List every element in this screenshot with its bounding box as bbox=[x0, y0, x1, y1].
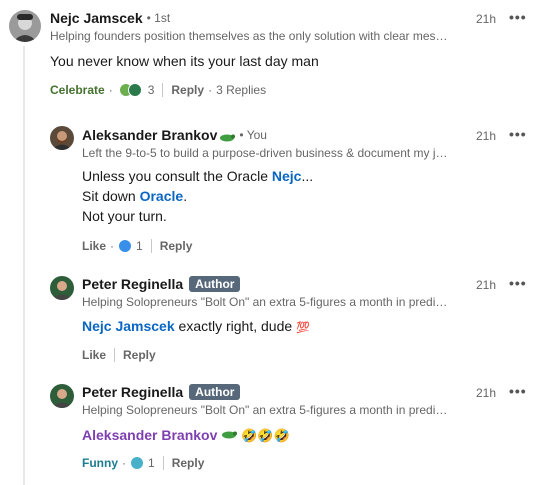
funny-reaction-icon[interactable] bbox=[130, 456, 144, 470]
timestamp: 21h bbox=[476, 278, 497, 292]
comment-actions: Like · 1 Reply bbox=[82, 239, 192, 253]
text-segment: . bbox=[183, 188, 188, 204]
author-name[interactable]: Peter Reginella bbox=[82, 384, 183, 400]
comment-text: You never know when its your last day ma… bbox=[50, 53, 319, 69]
reaction-count[interactable]: 1 bbox=[136, 239, 143, 253]
like-reaction-icon[interactable] bbox=[118, 239, 133, 253]
reply-button[interactable]: Reply bbox=[171, 83, 204, 97]
more-options-icon[interactable]: ••• bbox=[509, 9, 527, 25]
divider bbox=[150, 239, 152, 253]
mention-link[interactable]: Aleksander Brankov bbox=[82, 427, 217, 443]
comment-text: Unless you consult the Oracle Nejc... Si… bbox=[82, 166, 313, 226]
thread-line bbox=[23, 46, 25, 485]
reaction-count[interactable]: 3 bbox=[148, 83, 155, 97]
author-name[interactable]: Peter Reginella bbox=[82, 276, 183, 292]
reply-button[interactable]: Reply bbox=[123, 348, 156, 362]
text-segment: Unless you consult the Oracle bbox=[82, 168, 272, 184]
hundred-emoji-icon: 💯 bbox=[296, 321, 310, 334]
author-badge: Author bbox=[189, 276, 241, 292]
more-options-icon[interactable]: ••• bbox=[509, 126, 527, 142]
dragon-emoji-icon bbox=[221, 425, 238, 439]
replies-count[interactable]: 3 Replies bbox=[216, 83, 266, 97]
more-options-icon[interactable]: ••• bbox=[509, 383, 527, 399]
reaction-icons[interactable] bbox=[118, 83, 142, 97]
laughing-emoji-icon: 🤣🤣🤣 bbox=[241, 429, 290, 444]
support-reaction-icon bbox=[127, 83, 142, 97]
comment-actions: Like Reply bbox=[82, 348, 156, 362]
funny-button[interactable]: Funny bbox=[82, 456, 118, 470]
reply-button[interactable]: Reply bbox=[172, 456, 205, 470]
author-name[interactable]: Aleksander Brankov bbox=[82, 127, 217, 143]
author-headline: Helping founders position themselves as … bbox=[50, 29, 448, 43]
avatar[interactable] bbox=[50, 276, 74, 300]
dragon-emoji-icon bbox=[219, 130, 236, 142]
comment-text: Aleksander Brankov 🤣🤣🤣 bbox=[82, 425, 290, 447]
connection-degree: • 1st bbox=[146, 11, 171, 25]
author-headline: Helping Solopreneurs "Bolt On" an extra … bbox=[82, 403, 448, 417]
separator-dot: · bbox=[110, 239, 115, 253]
author-headline: Helping Solopreneurs "Bolt On" an extra … bbox=[82, 295, 448, 309]
author-headline: Left the 9-to-5 to build a purpose-drive… bbox=[82, 146, 448, 160]
connection-degree: • You bbox=[239, 128, 267, 142]
timestamp: 21h bbox=[476, 12, 497, 26]
comment-actions: Funny · 1 Reply bbox=[82, 456, 204, 470]
mention-link[interactable]: Nejc bbox=[272, 168, 302, 184]
divider bbox=[162, 83, 164, 97]
more-options-icon[interactable]: ••• bbox=[509, 275, 527, 291]
divider bbox=[114, 348, 116, 362]
separator-dot: · bbox=[108, 83, 113, 97]
avatar[interactable] bbox=[50, 384, 74, 408]
text-segment: Not your turn. bbox=[82, 208, 167, 224]
text-segment: ... bbox=[301, 168, 314, 184]
timestamp: 21h bbox=[476, 386, 497, 400]
like-button[interactable]: Like bbox=[82, 239, 106, 253]
avatar[interactable] bbox=[9, 10, 41, 42]
comment-actions: Celebrate · 3 Reply · 3 Replies bbox=[50, 83, 266, 97]
author-name[interactable]: Nejc Jamscek bbox=[50, 10, 143, 26]
celebrate-button[interactable]: Celebrate bbox=[50, 83, 105, 97]
text-segment: exactly right, dude bbox=[174, 318, 297, 334]
separator-dot: · bbox=[122, 456, 126, 470]
like-button[interactable]: Like bbox=[82, 348, 106, 362]
author-badge: Author bbox=[189, 384, 241, 400]
divider bbox=[162, 456, 164, 470]
avatar[interactable] bbox=[50, 126, 74, 150]
text-segment: Sit down bbox=[82, 188, 140, 204]
reply-button[interactable]: Reply bbox=[160, 239, 193, 253]
reaction-count[interactable]: 1 bbox=[148, 456, 155, 470]
mention-link[interactable]: Oracle bbox=[140, 188, 184, 204]
separator-dot: · bbox=[208, 83, 213, 97]
comment-text: Nejc Jamscek exactly right, dude 💯 bbox=[82, 316, 310, 338]
timestamp: 21h bbox=[476, 129, 497, 143]
mention-link[interactable]: Nejc Jamscek bbox=[82, 318, 175, 334]
